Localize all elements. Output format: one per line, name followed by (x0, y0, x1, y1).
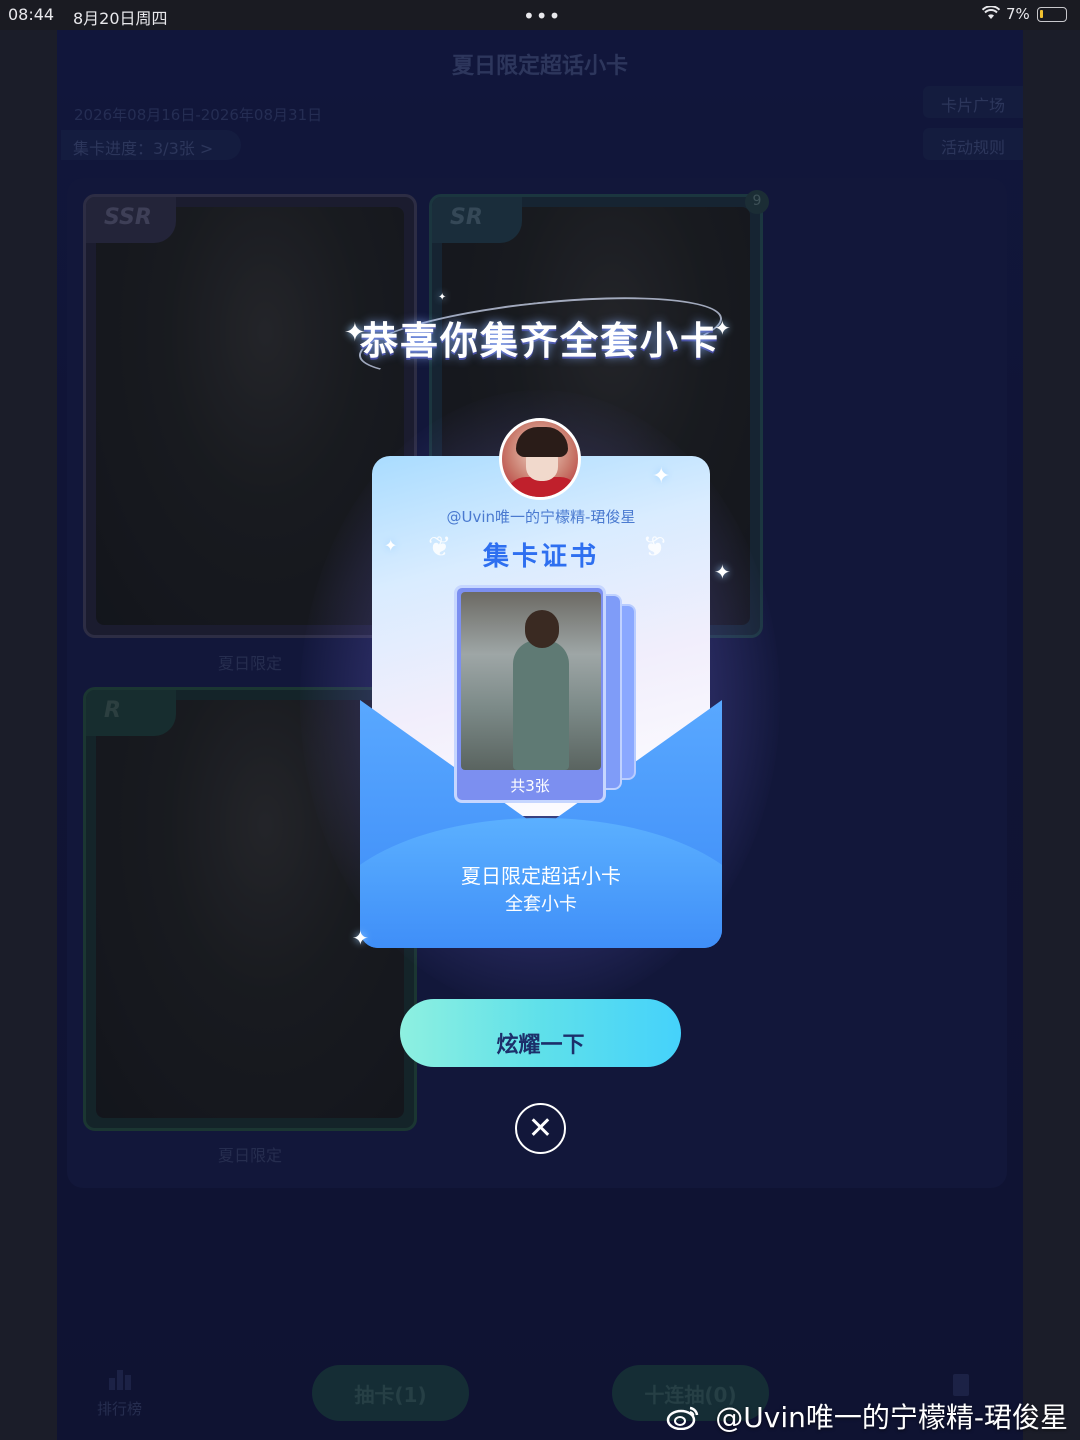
watermark-text: @Uvin唯一的宁檬精-珺俊星 (715, 1401, 1068, 1434)
sparkle-icon: ✦ (714, 316, 731, 340)
multitask-dots[interactable]: ••• (523, 4, 561, 28)
status-date: 8月20日周四 (73, 9, 168, 28)
weibo-watermark: @Uvin唯一的宁檬精-珺俊星 (666, 1396, 1068, 1436)
close-button[interactable]: ✕ (515, 1103, 566, 1154)
sparkle-icon: ✦ (438, 292, 447, 303)
congrats-title: 恭喜你集齐全套小卡 (359, 319, 720, 363)
user-avatar (499, 418, 581, 500)
show-off-button[interactable]: 炫耀一下 (400, 999, 681, 1067)
set-subtitle: 全套小卡 (505, 894, 577, 915)
sparkle-icon: ✦ (344, 318, 366, 348)
sparkle-icon: ✦ (714, 560, 731, 584)
card-total-count: 共3张 (510, 777, 550, 795)
certificate-username: @Uvin唯一的宁檬精-珺俊星 (446, 508, 636, 526)
weibo-logo-icon (667, 1406, 699, 1430)
battery-percent: 7% (1006, 5, 1030, 23)
card-stack-front: 共3张 (454, 585, 606, 803)
status-bar: 08:44 8月20日周四 ••• 7% (0, 0, 1080, 30)
sparkle-icon: ✦ (352, 926, 369, 950)
status-time: 08:44 (8, 5, 55, 24)
sparkle-icon: ✦ (652, 464, 671, 489)
close-icon: ✕ (527, 1111, 554, 1146)
certificate-title: 集卡证书 (482, 542, 599, 572)
card-thumbnail (461, 592, 601, 770)
battery-icon (1037, 7, 1067, 22)
set-name: 夏日限定超话小卡 (461, 864, 621, 888)
wifi-icon (982, 6, 1000, 19)
collection-complete-modal: 恭喜你集齐全套小卡 ✦ ✦ ✦ ✦ ✦ @Uvin唯一的宁檬精-珺俊星 ❦ ❦ … (0, 0, 1080, 1440)
